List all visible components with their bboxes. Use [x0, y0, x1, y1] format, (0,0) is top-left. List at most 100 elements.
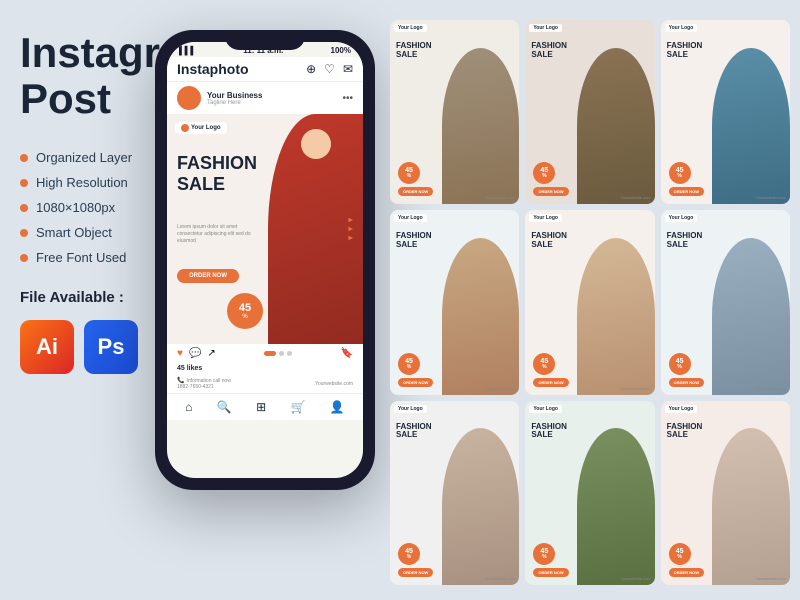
- person-4: [442, 238, 520, 395]
- save-icon[interactable]: 🔖: [341, 348, 353, 359]
- grid-fashion-2: FASHIONSALE: [531, 42, 567, 60]
- bullet-icon: [20, 204, 28, 212]
- grid-logo-1: Your Logo: [394, 24, 427, 32]
- grid-fashion-8: FASHIONSALE: [531, 423, 567, 441]
- website-url: Yourwebsite.com: [315, 381, 353, 387]
- grid-item-6: Your Logo FASHIONSALE 45 % ORDER NOW You…: [661, 210, 790, 394]
- header-icons: ⊕ ♡ ✉: [306, 62, 353, 76]
- order-3: ORDER NOW: [669, 187, 704, 196]
- grid-fashion-1: FASHIONSALE: [396, 42, 432, 60]
- nav-home-icon[interactable]: ⌂: [185, 400, 192, 414]
- grid-panel: Your Logo FASHIONSALE 45 % ORDER NOW You…: [390, 20, 790, 585]
- badge-6: 45 %: [669, 353, 691, 375]
- likes-count: 45 likes: [167, 363, 363, 374]
- person-8: [577, 428, 655, 585]
- grid-fashion-7: FASHIONSALE: [396, 423, 432, 441]
- ps-icon: Ps: [84, 320, 138, 374]
- badge-8: 45 %: [533, 543, 555, 565]
- share-icon[interactable]: ↗: [207, 348, 215, 359]
- grid-item-7: Your Logo FASHIONSALE 45 % ORDER NOW You…: [390, 401, 519, 585]
- phone-nav-bar: ⌂ 🔍 ⊞ 🛒 👤: [167, 393, 363, 420]
- nav-shop-icon[interactable]: 🛒: [291, 400, 306, 414]
- profile-bar: Your Business Tagline Here •••: [167, 82, 363, 114]
- person-7: [442, 428, 520, 585]
- badge-9: 45 %: [669, 543, 691, 565]
- profile-left: Your Business Tagline Here: [177, 86, 262, 110]
- grid-fashion-6: FASHIONSALE: [667, 232, 703, 250]
- post-indicator: [264, 351, 292, 356]
- person-3: [712, 48, 790, 205]
- grid-item-5: Your Logo FASHIONSALE 45 % ORDER NOW You…: [525, 210, 654, 394]
- comment-icon[interactable]: 💬: [189, 348, 201, 359]
- phone-info-left: 📞 Information call now 1882-7650-4321: [177, 377, 231, 390]
- app-name: Instaphoto: [177, 61, 249, 77]
- order-7: ORDER NOW: [398, 568, 433, 577]
- grid-item-8: Your Logo FASHIONSALE 45 % ORDER NOW You…: [525, 401, 654, 585]
- grid-fashion-4: FASHIONSALE: [396, 232, 432, 250]
- grid-item-2: Your Logo FASHIONSALE 45 % ORDER NOW You…: [525, 20, 654, 204]
- phone-outer: ▌▌▌ 11: 11 a.m. 100% Instaphoto ⊕ ♡ ✉ Yo…: [155, 30, 375, 490]
- person-face: [301, 129, 331, 159]
- website-6: Yourwebsite.com: [756, 386, 786, 391]
- your-logo-badge: Your Logo: [175, 122, 227, 134]
- phone-number: 1882-7650-4321: [177, 384, 231, 390]
- grid-logo-5: Your Logo: [529, 214, 562, 222]
- person-1: [442, 48, 520, 205]
- grid-item-1: Your Logo FASHIONSALE 45 % ORDER NOW You…: [390, 20, 519, 204]
- order-9: ORDER NOW: [669, 568, 704, 577]
- phone-website: Yourwebsite.com: [315, 381, 353, 387]
- website-3: Yourwebsite.com: [756, 195, 786, 200]
- order-6: ORDER NOW: [669, 378, 704, 387]
- order-now-button[interactable]: ORDER NOW: [177, 269, 239, 283]
- website-4: Yourwebsite.com: [485, 386, 515, 391]
- bullet-icon: [20, 254, 28, 262]
- grid-logo-3: Your Logo: [665, 24, 698, 32]
- order-8: ORDER NOW: [533, 568, 568, 577]
- avatar: [177, 86, 201, 110]
- grid-logo-6: Your Logo: [665, 214, 698, 222]
- person-9: [712, 428, 790, 585]
- website-2: Yourwebsite.com: [620, 195, 650, 200]
- order-4: ORDER NOW: [398, 378, 433, 387]
- grid-fashion-5: FASHIONSALE: [531, 232, 567, 250]
- more-icon[interactable]: •••: [342, 93, 353, 104]
- order-2: ORDER NOW: [533, 187, 568, 196]
- nav-search-icon[interactable]: 🔍: [217, 400, 232, 414]
- badge-7: 45 %: [398, 543, 420, 565]
- message-icon[interactable]: ✉: [343, 62, 353, 76]
- dot: [287, 351, 292, 356]
- profile-info: Your Business Tagline Here: [207, 91, 262, 106]
- grid-logo-8: Your Logo: [529, 405, 562, 413]
- dot: [279, 351, 284, 356]
- grid-logo-2: Your Logo: [529, 24, 562, 32]
- phone-screen: ▌▌▌ 11: 11 a.m. 100% Instaphoto ⊕ ♡ ✉ Yo…: [167, 42, 363, 478]
- discount-badge: 45 %: [227, 293, 263, 329]
- nav-add-icon[interactable]: ⊞: [256, 400, 266, 414]
- grid-fashion-3: FASHIONSALE: [667, 42, 703, 60]
- grid-item-3: Your Logo FASHIONSALE 45 % ORDER NOW You…: [661, 20, 790, 204]
- person-2: [577, 48, 655, 205]
- website-1: Yourwebsite.com: [485, 195, 515, 200]
- grid-container: Your Logo FASHIONSALE 45 % ORDER NOW You…: [390, 20, 790, 585]
- bullet-icon: [20, 154, 28, 162]
- phone-info-label: 📞 Information call now: [177, 377, 231, 384]
- website-5: Yourwebsite.com: [620, 386, 650, 391]
- dot-active: [264, 351, 276, 356]
- grid-item-9: Your Logo FASHIONSALE 45 % ORDER NOW You…: [661, 401, 790, 585]
- grid-item-4: Your Logo FASHIONSALE 45 % ORDER NOW You…: [390, 210, 519, 394]
- website-8: Yourwebsite.com: [620, 576, 650, 581]
- badge-4: 45 %: [398, 353, 420, 375]
- nav-profile-icon[interactable]: 👤: [330, 400, 345, 414]
- add-icon[interactable]: ⊕: [306, 62, 316, 76]
- like-icon[interactable]: ♥: [177, 348, 183, 359]
- phone-notch: [225, 30, 305, 50]
- badge-5: 45 %: [533, 353, 555, 375]
- person-5: [577, 238, 655, 395]
- grid-logo-7: Your Logo: [394, 405, 427, 413]
- heart-icon[interactable]: ♡: [324, 62, 335, 76]
- grid-logo-4: Your Logo: [394, 214, 427, 222]
- website-9: Yourwebsite.com: [756, 576, 786, 581]
- post-actions: ♥ 💬 ↗ 🔖: [167, 344, 363, 363]
- phone-mockup: ▌▌▌ 11: 11 a.m. 100% Instaphoto ⊕ ♡ ✉ Yo…: [155, 30, 385, 560]
- person-6: [712, 238, 790, 395]
